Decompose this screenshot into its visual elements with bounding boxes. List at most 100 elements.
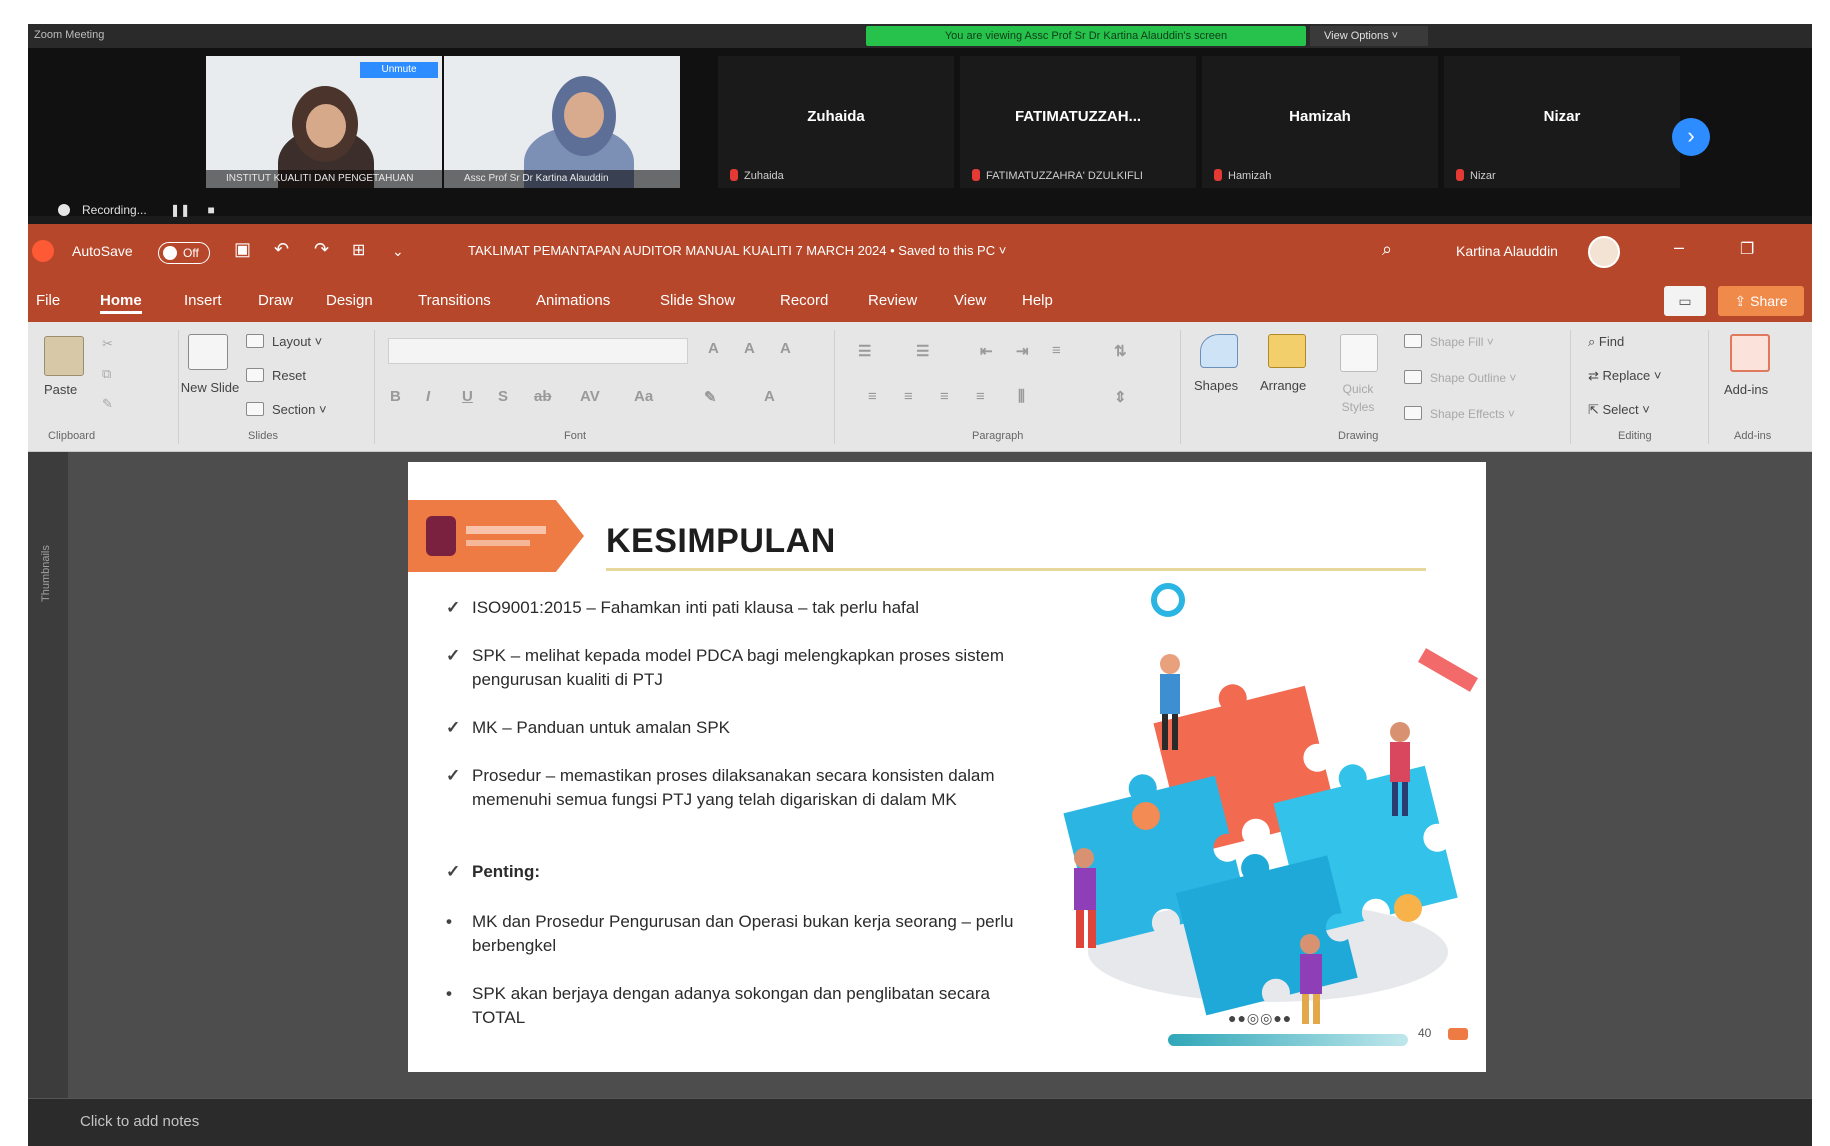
align-left-icon[interactable]: ≡ (868, 388, 877, 405)
paste-button[interactable]: Paste (44, 382, 77, 397)
tab-transitions[interactable]: Transitions (418, 292, 491, 309)
line-spacing-icon[interactable]: ≡ (1052, 342, 1061, 359)
slide-bullet: ✓ ISO9001:2015 – Fahamkan inti pati klaus… (446, 596, 1046, 620)
minimize-icon[interactable]: – (1674, 237, 1684, 258)
clear-formatting-icon[interactable]: A (780, 340, 791, 357)
new-slide-icon[interactable] (188, 334, 228, 370)
avatar[interactable] (1588, 236, 1620, 268)
tab-help[interactable]: Help (1022, 292, 1053, 309)
underline-icon[interactable]: U (462, 388, 473, 405)
increase-indent-icon[interactable]: ⇥ (1016, 342, 1029, 360)
tab-insert[interactable]: Insert (184, 292, 222, 309)
align-right-icon[interactable]: ≡ (940, 388, 949, 405)
tab-home[interactable]: Home (100, 292, 142, 314)
participant-name-tile[interactable]: Zuhaida Zuhaida (718, 56, 954, 188)
align-text-icon[interactable]: ⇕ (1114, 388, 1127, 406)
quick-styles-button[interactable]: Quick Styles (1328, 380, 1388, 416)
character-spacing-icon[interactable]: AV (580, 388, 600, 405)
shapes-icon[interactable] (1200, 334, 1238, 368)
participant-name-tile[interactable]: FATIMATUZZAH... FATIMATUZZAHRA' DZULKIFL… (960, 56, 1196, 188)
section-button[interactable]: Section ˅ (246, 402, 327, 417)
participant-footer: Nizar (1456, 169, 1496, 182)
numbering-icon[interactable]: ☰ (916, 342, 929, 360)
document-title[interactable]: TAKLIMAT PEMANTAPAN AUDITOR MANUAL KUALI… (468, 243, 1006, 258)
slide-canvas[interactable]: KESIMPULAN ✓ ISO9001:2015 – Fahamkan inti… (408, 462, 1486, 1072)
reset-button[interactable]: Reset (246, 368, 306, 383)
shrink-font-icon[interactable]: A (744, 340, 755, 357)
tab-record[interactable]: Record (780, 292, 828, 309)
university-emblem-icon (426, 516, 456, 556)
layout-label: Layout ˅ (272, 334, 323, 349)
replace-button[interactable]: ⇄ Replace ˅ (1588, 368, 1661, 384)
view-options-button[interactable]: View Options ˅ (1310, 26, 1428, 46)
tab-design[interactable]: Design (326, 292, 373, 309)
shadow-icon[interactable]: S (498, 388, 508, 405)
add-ins-icon[interactable] (1730, 334, 1770, 372)
find-button[interactable]: ⌕ Find (1588, 334, 1624, 350)
notes-pane[interactable]: Click to add notes (28, 1098, 1812, 1146)
ribbon: Paste ✂ ⧉ ✎ Clipboard New Slide Layout ˅… (28, 322, 1812, 452)
arrange-icon[interactable] (1268, 334, 1306, 368)
comments-icon[interactable]: ▭ (1664, 286, 1706, 316)
text-direction-icon[interactable]: ⇅ (1114, 342, 1127, 360)
bullets-icon[interactable]: ☰ (858, 342, 871, 360)
participant-video-tile[interactable]: Assc Prof Sr Dr Kartina Alauddin (444, 56, 680, 188)
gallery-next-page-icon[interactable]: › (1672, 118, 1710, 156)
format-painter-icon[interactable]: ✎ (102, 396, 113, 412)
select-button[interactable]: ⇱ Select ˅ (1588, 402, 1650, 418)
undo-icon[interactable]: ↶ (274, 239, 289, 260)
tab-slide-show[interactable]: Slide Show (660, 292, 735, 309)
quick-styles-icon[interactable] (1340, 334, 1378, 372)
shapes-button[interactable]: Shapes (1194, 378, 1238, 393)
shape-outline-button[interactable]: Shape Outline ˅ (1404, 370, 1516, 385)
present-icon[interactable]: ⊞ (352, 240, 365, 260)
align-center-icon[interactable]: ≡ (904, 388, 913, 405)
cut-icon[interactable]: ✂ (102, 336, 113, 352)
participant-name-tile[interactable]: Nizar Nizar (1444, 56, 1680, 188)
thumbnails-pane[interactable]: Thumbnails (28, 452, 68, 1098)
paste-icon[interactable] (44, 336, 84, 376)
slide-bullet: • MK dan Prosedur Pengurusan dan Operasi … (446, 910, 1046, 958)
grow-font-icon[interactable]: A (708, 340, 719, 357)
participant-video-tile[interactable]: Unmute INSTITUT KUALITI DAN PENGETAHUAN (206, 56, 442, 188)
font-name-dropdown[interactable] (388, 338, 688, 364)
restore-icon[interactable]: ❐ (1740, 239, 1754, 259)
justify-icon[interactable]: ≡ (976, 388, 985, 405)
participant-footer-name: FATIMATUZZAHRA' DZULKIFLI (986, 170, 1143, 182)
save-icon[interactable]: ▣ (234, 239, 251, 260)
tab-view[interactable]: View (954, 292, 986, 309)
copy-icon[interactable]: ⧉ (102, 366, 111, 382)
font-color-icon[interactable]: A (764, 388, 775, 405)
notes-placeholder[interactable]: Click to add notes (80, 1113, 199, 1130)
change-case-icon[interactable]: Aa (634, 388, 653, 405)
tab-file[interactable]: File (36, 292, 60, 309)
user-name[interactable]: Kartina Alauddin (1456, 243, 1558, 259)
highlight-icon[interactable]: ✎ (704, 388, 717, 406)
customize-toolbar-icon[interactable]: ⌄ (392, 243, 404, 260)
add-ins-button[interactable]: Add-ins (1724, 382, 1768, 397)
tab-animations[interactable]: Animations (536, 292, 610, 309)
italic-icon[interactable]: I (426, 388, 430, 405)
redo-icon[interactable]: ↷ (314, 239, 329, 260)
share-button[interactable]: ⇪ Share (1718, 286, 1804, 316)
tab-draw[interactable]: Draw (258, 292, 293, 309)
new-slide-button[interactable]: New Slide (180, 378, 240, 398)
shape-effects-button[interactable]: Shape Effects ˅ (1404, 406, 1515, 421)
search-icon[interactable]: ⌕ (1382, 239, 1392, 260)
group-font-label: Font (564, 430, 587, 442)
unmute-badge[interactable]: Unmute (360, 62, 438, 78)
stop-recording-icon[interactable]: ■ (208, 198, 215, 222)
ribbon-divider (1180, 330, 1181, 444)
layout-button[interactable]: Layout ˅ (246, 334, 322, 349)
shape-fill-button[interactable]: Shape Fill ˅ (1404, 334, 1494, 349)
pause-recording-icon[interactable]: ❚❚ (170, 198, 190, 222)
participant-name-tile[interactable]: Hamizah Hamizah (1202, 56, 1438, 188)
check-icon: ✓ (446, 718, 461, 737)
bold-icon[interactable]: B (390, 388, 401, 405)
arrange-button[interactable]: Arrange (1260, 378, 1306, 393)
tab-review[interactable]: Review (868, 292, 917, 309)
columns-icon[interactable]: ⫼ (1018, 388, 1025, 405)
decrease-indent-icon[interactable]: ⇤ (980, 342, 993, 360)
strikethrough-icon[interactable]: ab (534, 388, 552, 405)
autosave-toggle[interactable]: Off (158, 242, 210, 264)
